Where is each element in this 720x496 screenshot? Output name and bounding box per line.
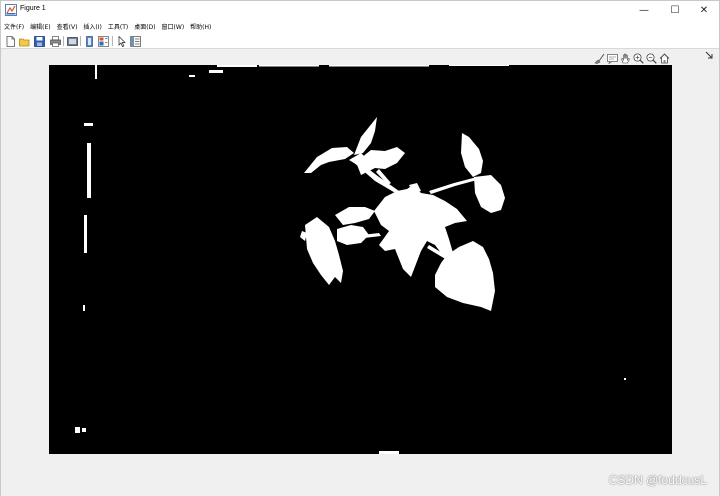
image-axes[interactable] — [49, 65, 672, 454]
mask-speck — [87, 143, 91, 198]
mask-speck — [75, 427, 80, 433]
figure-window: Figure 1 — ☐ ✕ 文件(F) 编辑(E) 查看(V) 插入(I) 工… — [0, 0, 720, 496]
mask-speck — [82, 428, 86, 432]
print-preview-button[interactable] — [66, 35, 78, 47]
zoom-out-icon — [646, 53, 657, 64]
print-preview-icon — [66, 36, 78, 46]
zoom-out-button[interactable] — [645, 52, 657, 64]
restore-view-button[interactable] — [658, 52, 670, 64]
toolbar-separator — [112, 36, 113, 46]
mask-speck — [95, 65, 97, 79]
property-inspector-icon — [129, 35, 141, 47]
maximize-icon: ☐ — [670, 5, 680, 16]
menu-tools[interactable]: 工具(T) — [108, 22, 128, 31]
insert-colorbar-icon — [97, 35, 109, 47]
mask-speck — [84, 215, 87, 253]
menu-window[interactable]: 窗口(W) — [162, 22, 185, 31]
mask-speck — [83, 305, 85, 311]
insert-colorbar-button[interactable] — [97, 35, 109, 47]
toolbar-separator — [63, 36, 64, 46]
mask-speck — [379, 451, 399, 454]
link-plot-button[interactable] — [83, 35, 95, 47]
brush-icon — [593, 53, 604, 64]
mask-speck — [624, 378, 626, 380]
menu-help[interactable]: 帮助(H) — [190, 22, 211, 31]
mask-speck — [449, 65, 509, 66]
mask-speck — [259, 65, 319, 67]
window-title: Figure 1 — [20, 5, 46, 12]
mask-speck — [189, 75, 195, 77]
home-restore-icon — [659, 52, 669, 63]
link-plot-icon — [85, 35, 93, 47]
menu-view[interactable]: 查看(V) — [57, 22, 78, 31]
close-icon: ✕ — [699, 5, 709, 16]
close-button[interactable]: ✕ — [687, 1, 720, 20]
mask-speck — [84, 123, 93, 126]
save-button[interactable] — [33, 35, 45, 47]
property-inspector-button[interactable] — [129, 35, 141, 47]
print-icon — [49, 35, 61, 47]
matlab-app-icon — [5, 4, 17, 16]
zoom-in-button[interactable] — [632, 52, 644, 64]
axes-toolbar — [593, 52, 670, 64]
title-bar[interactable]: Figure 1 — ☐ ✕ — [1, 1, 719, 20]
new-figure-icon — [6, 35, 15, 47]
edit-plot-button[interactable] — [115, 35, 127, 47]
zoom-in-icon — [633, 53, 644, 64]
mask-speck — [209, 70, 223, 73]
menu-insert[interactable]: 插入(I) — [83, 22, 101, 31]
mask-speck — [217, 65, 257, 67]
watermark-text: CSDN @foddcusL — [608, 473, 707, 487]
menu-desktop[interactable]: 桌面(D) — [134, 22, 155, 31]
minimize-icon: — — [639, 5, 649, 16]
menu-file[interactable]: 文件(F) — [4, 22, 24, 31]
pan-hand-icon — [620, 53, 630, 63]
mask-speck — [329, 65, 429, 67]
menu-edit[interactable]: 编辑(E) — [30, 22, 50, 31]
print-button[interactable] — [49, 35, 61, 47]
open-file-button[interactable] — [18, 35, 30, 47]
new-figure-button[interactable] — [4, 35, 16, 47]
figure-toolbar — [1, 33, 719, 49]
brush-button[interactable] — [593, 52, 605, 64]
data-tips-button[interactable] — [606, 52, 618, 64]
open-file-icon — [18, 38, 29, 46]
mask-background — [49, 65, 672, 454]
dock-figure-icon[interactable] — [705, 51, 713, 59]
toolbar-separator — [80, 36, 81, 46]
data-tips-icon — [606, 53, 618, 64]
edit-plot-arrow-icon — [118, 35, 126, 47]
menu-bar: 文件(F) 编辑(E) 查看(V) 插入(I) 工具(T) 桌面(D) 窗口(W… — [1, 20, 719, 33]
save-icon — [33, 35, 45, 47]
minimize-button[interactable]: — — [627, 1, 661, 20]
pan-button[interactable] — [619, 52, 631, 64]
